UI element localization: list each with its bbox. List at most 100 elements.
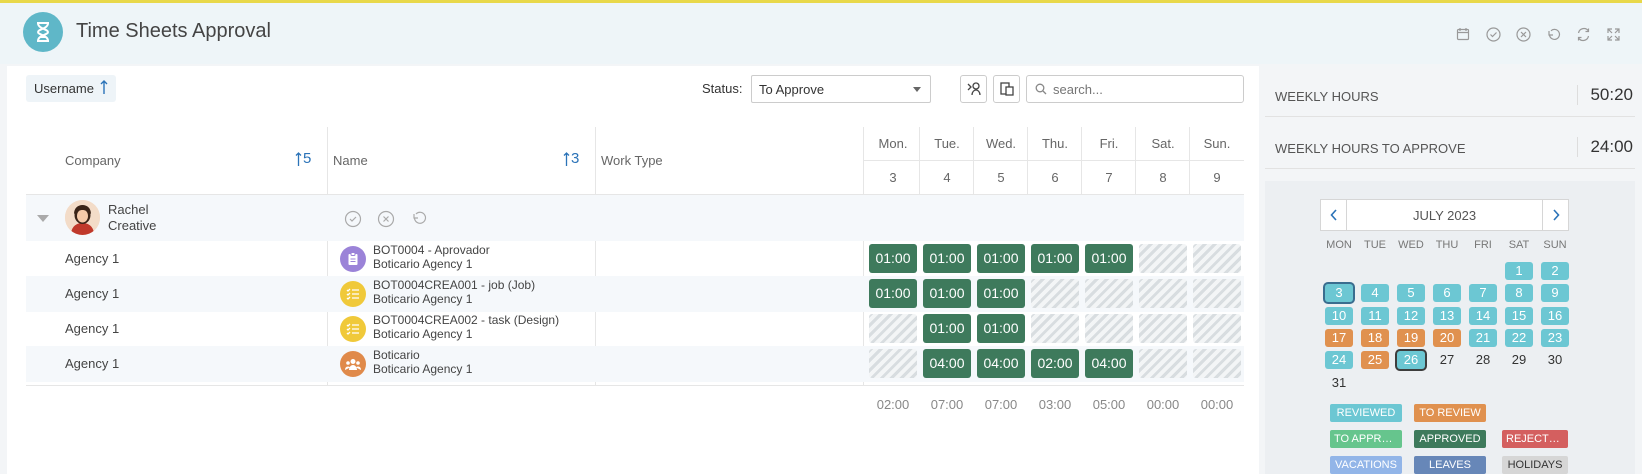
calendar-day[interactable]: 28 [1469,351,1497,369]
next-month-button[interactable] [1542,200,1568,230]
calendar-icon[interactable] [1454,25,1472,43]
calendar-day[interactable]: 9 [1541,284,1569,303]
refresh-icon[interactable] [1574,25,1592,43]
hours-cell[interactable]: 01:00 [977,279,1025,308]
calendar-day[interactable]: 4 [1361,284,1389,303]
user-first-name: Rachel [108,202,149,217]
legend-badge: APPROVED [1414,430,1486,448]
search-box[interactable] [1026,75,1244,103]
day-divider [1135,127,1136,194]
calendar-day[interactable]: 29 [1505,351,1533,369]
calendar-day[interactable]: 15 [1505,306,1533,325]
undo-icon[interactable] [1544,25,1562,43]
day-total: 07:00 [984,397,1018,412]
calendar-month: JULY 2023 [1412,208,1477,223]
calendar-day[interactable]: 18 [1361,328,1389,347]
empty-hours-cell [1085,279,1133,308]
empty-hours-cell [869,314,917,343]
day-name-header: Sat. [1151,136,1175,151]
hours-cell[interactable]: 01:00 [977,244,1025,273]
calendar-day[interactable]: 23 [1541,328,1569,347]
hours-cell[interactable]: 02:00 [1031,349,1079,378]
calendar-day[interactable]: 24 [1325,351,1353,370]
row-task[interactable]: BOT0004CREA001 - job (Job) Boticario Agen… [373,278,535,306]
calendar-day[interactable]: 30 [1541,351,1569,369]
calendar-day[interactable]: 12 [1397,306,1425,325]
work-type-header[interactable]: Work Type [601,153,663,168]
username-sort-button[interactable]: Username [26,75,116,102]
company-header[interactable]: Company [65,153,121,168]
calendar-day[interactable]: 22 [1505,328,1533,347]
calendar-day[interactable]: 16 [1541,306,1569,325]
hours-cell[interactable]: 04:00 [923,349,971,378]
calendar-day[interactable]: 20 [1433,328,1461,347]
row-task-subtitle: Boticario Agency 1 [373,327,473,341]
hourglass-icon [23,12,63,52]
check-circle-icon[interactable] [1484,25,1502,43]
day-number-header: 7 [1105,170,1113,185]
calendar-day[interactable]: 3 [1325,284,1353,303]
empty-hours-cell [1139,279,1187,308]
calendar-day[interactable]: 10 [1325,306,1353,325]
hours-cell[interactable]: 01:00 [1031,244,1079,273]
calendar-day[interactable]: 19 [1397,328,1425,347]
calendar-day[interactable]: 21 [1469,328,1497,347]
calendar-day[interactable]: 2 [1541,262,1569,280]
calendar-day[interactable]: 14 [1469,306,1497,325]
name-sort-indicator[interactable]: 3 [563,150,579,167]
collapse-caret-icon[interactable] [37,215,49,222]
row-task[interactable]: BOT0004 - Aprovador Boticario Agency 1 [373,243,490,271]
hours-cell[interactable]: 01:00 [977,314,1025,343]
user-group-row[interactable] [26,195,1244,241]
avatar [65,200,100,235]
calendar-day[interactable]: 7 [1469,284,1497,303]
calendar-day[interactable]: 17 [1325,328,1353,347]
search-icon [1035,83,1047,95]
search-input[interactable] [1053,81,1233,97]
row-task[interactable]: BOT0004CREA002 - task (Design) Boticario … [373,313,559,341]
calendar-day[interactable]: 25 [1361,351,1389,370]
hours-cell[interactable]: 01:00 [869,279,917,308]
reject-all-icon[interactable] [377,210,395,228]
hours-cell[interactable]: 01:00 [923,244,971,273]
calendar-day[interactable]: 8 [1505,284,1533,303]
calendar-day[interactable]: 1 [1505,262,1533,280]
export-button[interactable] [993,75,1020,103]
hours-cell[interactable]: 01:00 [923,279,971,308]
approve-all-icon[interactable] [344,210,362,228]
weekly-to-approve-label: WEEKLY HOURS TO APPROVE [1275,141,1466,156]
day-total: 03:00 [1038,397,1072,412]
app-header: Time Sheets Approval [0,3,1642,64]
status-select[interactable]: To Approve [751,75,931,103]
calendar-day[interactable]: 26 [1397,351,1425,370]
hours-cell[interactable]: 01:00 [923,314,971,343]
prev-month-button[interactable] [1321,200,1347,230]
expand-icon[interactable] [1604,25,1622,43]
empty-hours-cell [1193,349,1241,378]
day-divider [973,127,974,194]
hours-cell[interactable]: 01:00 [869,244,917,273]
hours-cell[interactable]: 04:00 [977,349,1025,378]
day-total: 07:00 [930,397,964,412]
close-circle-icon[interactable] [1514,25,1532,43]
clipboard-icon [340,246,366,272]
filter-user-button[interactable] [960,75,987,103]
company-sort-indicator[interactable]: 5 [295,150,311,167]
undo-all-icon[interactable] [410,210,428,228]
calendar-weekday: THU [1435,239,1459,251]
calendar-day[interactable]: 11 [1361,306,1389,325]
name-header[interactable]: Name [333,153,368,168]
day-number-header: 6 [1051,170,1059,185]
day-name-header: Thu. [1041,136,1068,151]
calendar-weekday: FRI [1474,239,1492,251]
calendar-day[interactable]: 5 [1397,284,1425,303]
company-sort-order: 5 [303,150,312,167]
calendar-day[interactable]: 6 [1433,284,1461,303]
hours-cell[interactable]: 04:00 [1085,349,1133,378]
calendar-day[interactable]: 31 [1325,374,1353,392]
calendar-day[interactable]: 13 [1433,306,1461,325]
row-task[interactable]: Boticario Boticario Agency 1 [373,348,472,376]
hours-cell[interactable]: 01:00 [1085,244,1133,273]
day-name-header: Mon. [878,136,908,151]
calendar-day[interactable]: 27 [1433,351,1461,369]
